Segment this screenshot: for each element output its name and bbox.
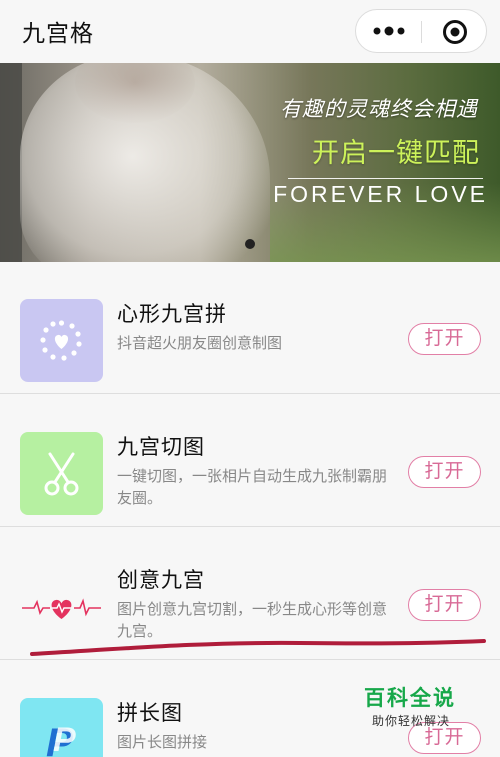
list-item[interactable]: 九宫切图 一键切图，一张相片自动生成九张制霸朋友圈。 打开 (0, 395, 500, 527)
item-title: 拼长图 (117, 701, 183, 725)
open-button[interactable]: 打开 (408, 323, 481, 355)
item-description: 抖音超火朋友圈创意制图 (117, 334, 283, 352)
close-button[interactable] (422, 10, 487, 52)
open-button[interactable]: 打开 (408, 456, 481, 488)
more-button[interactable] (356, 10, 421, 52)
open-button[interactable]: 打开 (408, 589, 481, 621)
banner-divider (288, 178, 483, 179)
list-item[interactable]: 创意九宫 图片创意九宫切割，一秒生成心形等创意九宫。 打开 (0, 528, 500, 660)
list-item[interactable]: 心形九宫拼 抖音超火朋友圈创意制图 打开 (0, 262, 500, 394)
watermark-title: 百科全说 (364, 686, 456, 710)
banner-headline: 开启一键匹配 (312, 138, 480, 169)
item-title: 九宫切图 (117, 435, 205, 459)
carousel-indicator[interactable] (245, 239, 255, 249)
item-title: 创意九宫 (117, 568, 205, 592)
divider (0, 393, 500, 394)
mini-program-capsule (355, 9, 487, 53)
item-title: 心形九宫拼 (117, 302, 227, 326)
banner-forever-love: FOREVER LOVE (273, 181, 488, 207)
divider (0, 526, 500, 527)
banner-photo-post (0, 63, 22, 262)
watermark: 百科全说 助你轻松解决 (352, 680, 484, 740)
heartbeat-icon (20, 565, 103, 648)
paypal-icon: P P (20, 698, 103, 757)
banner-photo-veil (20, 63, 270, 262)
svg-text:P: P (53, 721, 76, 757)
banner-tagline: 有趣的灵魂终会相遇 (280, 97, 478, 121)
page-title: 九宫格 (22, 21, 94, 47)
target-circle-icon (443, 20, 467, 44)
scissors-icon (20, 432, 103, 515)
top-bar: 九宫格 (0, 0, 500, 62)
divider (0, 659, 500, 660)
item-description: 图片长图拼接 (117, 733, 208, 751)
heart-dots-icon (20, 299, 103, 382)
watermark-subtitle: 助你轻松解决 (372, 714, 451, 728)
promo-banner[interactable]: 有趣的灵魂终会相遇 开启一键匹配 FOREVER LOVE (0, 63, 500, 262)
item-description: 一键切图，一张相片自动生成九张制霸朋友圈。 (117, 467, 388, 507)
ellipsis-icon (373, 26, 405, 36)
item-description: 图片创意九宫切割，一秒生成心形等创意九宫。 (117, 600, 388, 640)
